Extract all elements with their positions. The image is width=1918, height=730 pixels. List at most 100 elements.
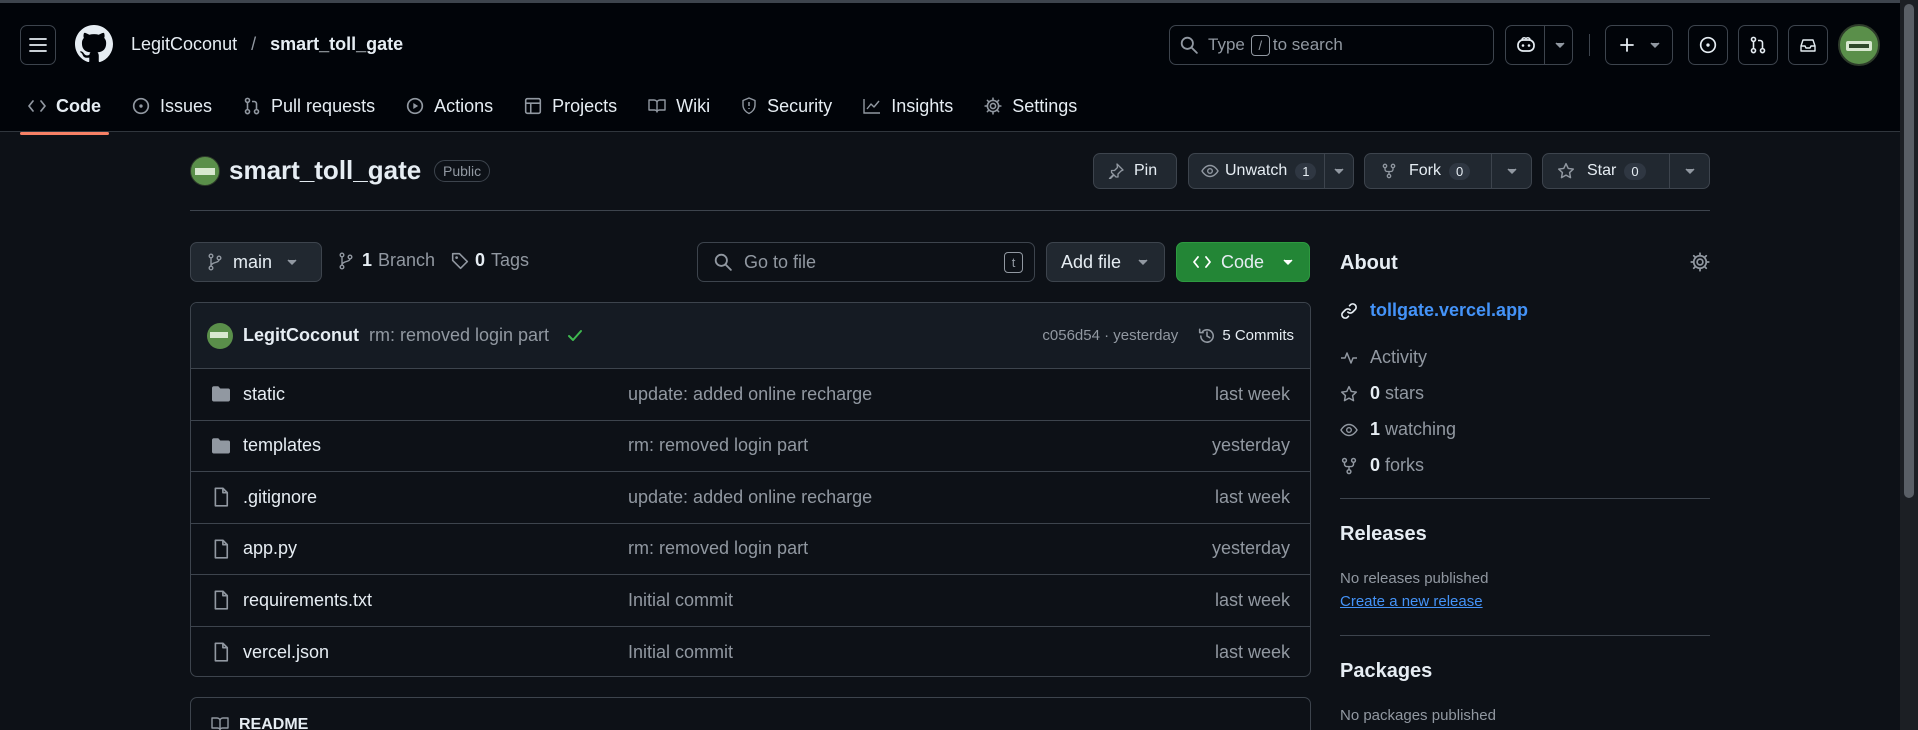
divider	[1589, 34, 1590, 56]
play-icon	[406, 97, 424, 115]
file-name[interactable]: static	[243, 384, 285, 405]
chevron-down-icon[interactable]	[1333, 167, 1345, 175]
branches-link[interactable]: 1 Branch	[338, 250, 435, 271]
tab-security[interactable]: Security	[733, 87, 840, 125]
no-packages-text: No packages published	[1340, 707, 1496, 724]
repo-title[interactable]: smart_toll_gate	[229, 155, 421, 186]
readme-label[interactable]: README	[239, 716, 308, 730]
packages-heading[interactable]: Packages	[1340, 660, 1432, 683]
search-icon	[1180, 36, 1198, 54]
inbox-button[interactable]	[1788, 25, 1828, 65]
github-logo-icon[interactable]	[75, 25, 113, 63]
star-icon	[1557, 162, 1575, 179]
commits-link[interactable]: 5 Commits	[1198, 327, 1294, 345]
issue-icon	[1699, 36, 1717, 54]
fork-button[interactable]: Fork 0	[1364, 153, 1532, 189]
chevron-down-icon	[1650, 42, 1660, 49]
scrollbar-thumb[interactable]	[1904, 4, 1914, 498]
tab-settings[interactable]: Settings	[976, 87, 1085, 125]
tab-wiki[interactable]: Wiki	[640, 87, 718, 125]
forks-link[interactable]: 0 forks	[1340, 455, 1424, 476]
file-name[interactable]: vercel.json	[243, 642, 329, 663]
homepage-link[interactable]: tollgate.vercel.app	[1340, 300, 1528, 321]
user-avatar[interactable]	[1838, 24, 1880, 66]
stars-link[interactable]: 0 stars	[1340, 383, 1424, 404]
file-commit-message[interactable]: update: added online recharge	[628, 384, 1215, 405]
table-row[interactable]: app.py rm: removed login part yesterday	[191, 524, 1310, 575]
fork-icon	[1341, 457, 1357, 474]
file-browser: LegitCoconut rm: removed login part c056…	[190, 302, 1311, 677]
tab-code[interactable]: Code	[20, 87, 109, 135]
pull-requests-button[interactable]	[1738, 25, 1778, 65]
tab-projects[interactable]: Projects	[516, 87, 625, 125]
tab-issues[interactable]: Issues	[124, 87, 220, 125]
watching-link[interactable]: 1 watching	[1340, 419, 1456, 440]
commit-author[interactable]: LegitCoconut	[243, 325, 359, 346]
unwatch-button[interactable]: Unwatch 1	[1188, 153, 1354, 189]
menu-icon	[29, 38, 47, 52]
file-name[interactable]: app.py	[243, 538, 297, 559]
file-name[interactable]: templates	[243, 435, 321, 456]
releases-heading[interactable]: Releases	[1340, 523, 1427, 546]
stars-count: 0	[1370, 383, 1381, 403]
add-file-button[interactable]: Add file	[1046, 242, 1165, 282]
pin-icon	[1108, 163, 1124, 179]
folder-icon	[212, 437, 230, 454]
file-commit-message[interactable]: update: added online recharge	[628, 487, 1215, 508]
global-header: LegitCoconut / smart_toll_gate Type / to…	[0, 0, 1900, 135]
file-commit-message[interactable]: rm: removed login part	[628, 435, 1212, 456]
table-row[interactable]: .gitignore update: added online recharge…	[191, 472, 1310, 524]
commit-hash[interactable]: c056d54 · yesterday	[1042, 327, 1178, 344]
latest-commit-bar: LegitCoconut rm: removed login part c056…	[191, 303, 1310, 369]
repo-link[interactable]: smart_toll_gate	[270, 34, 403, 55]
about-settings-icon[interactable]	[1690, 252, 1710, 272]
branch-select-button[interactable]: main	[190, 242, 322, 282]
chevron-down-icon[interactable]	[1554, 41, 1566, 49]
table-row[interactable]: static update: added online recharge las…	[191, 369, 1310, 421]
chevron-down-icon[interactable]	[1684, 167, 1696, 175]
activity-link[interactable]: Activity	[1340, 347, 1427, 368]
tag-label: Tags	[491, 250, 530, 270]
tags-link[interactable]: 0 Tags	[451, 250, 529, 271]
tab-label: Code	[56, 95, 101, 116]
file-commit-message[interactable]: Initial commit	[628, 642, 1215, 663]
global-search[interactable]: Type / to search	[1169, 25, 1494, 65]
issues-button[interactable]	[1688, 25, 1728, 65]
tab-label: Security	[767, 95, 833, 116]
go-to-file-shortcut: t	[1004, 251, 1023, 273]
create-new-button[interactable]	[1605, 25, 1673, 65]
tab-insights[interactable]: Insights	[855, 87, 961, 125]
tab-pull-requests[interactable]: Pull requests	[235, 87, 383, 125]
commit-author-avatar[interactable]	[207, 322, 233, 349]
table-row[interactable]: templates rm: removed login part yesterd…	[191, 421, 1310, 472]
create-release-link[interactable]: Create a new release	[1340, 593, 1483, 610]
pin-button[interactable]: Pin	[1093, 153, 1177, 189]
book-icon	[648, 99, 666, 113]
branch-label: Branch	[378, 250, 436, 270]
owner-link[interactable]: LegitCoconut	[131, 34, 237, 55]
table-row[interactable]: requirements.txt Initial commit last wee…	[191, 575, 1310, 627]
copilot-button[interactable]	[1505, 25, 1573, 65]
no-releases-text: No releases published	[1340, 570, 1489, 587]
file-name[interactable]: .gitignore	[243, 487, 317, 508]
star-label: Star	[1587, 162, 1617, 179]
chevron-down-icon[interactable]	[1506, 167, 1518, 175]
file-commit-message[interactable]: Initial commit	[628, 590, 1215, 611]
readme-panel: README	[190, 697, 1311, 730]
star-button[interactable]: Star 0	[1542, 153, 1710, 189]
file-commit-message[interactable]: rm: removed login part	[628, 538, 1212, 559]
gear-icon	[984, 97, 1002, 115]
go-to-file-input[interactable]: Go to file t	[697, 242, 1035, 282]
table-row[interactable]: vercel.json Initial commit last week	[191, 627, 1310, 677]
code-download-button[interactable]: Code	[1176, 242, 1310, 282]
star-icon	[1340, 385, 1358, 401]
file-name[interactable]: requirements.txt	[243, 590, 372, 611]
commit-message[interactable]: rm: removed login part	[369, 325, 549, 346]
tab-actions[interactable]: Actions	[398, 87, 501, 125]
file-icon	[214, 590, 229, 610]
hamburger-menu-button[interactable]	[20, 25, 56, 65]
code-label: Code	[1221, 251, 1265, 272]
tab-label: Settings	[1012, 95, 1078, 116]
file-date: last week	[1214, 486, 1290, 507]
repo-nav-tabs: Code Issues Pull requests Actions Projec…	[20, 87, 1100, 135]
